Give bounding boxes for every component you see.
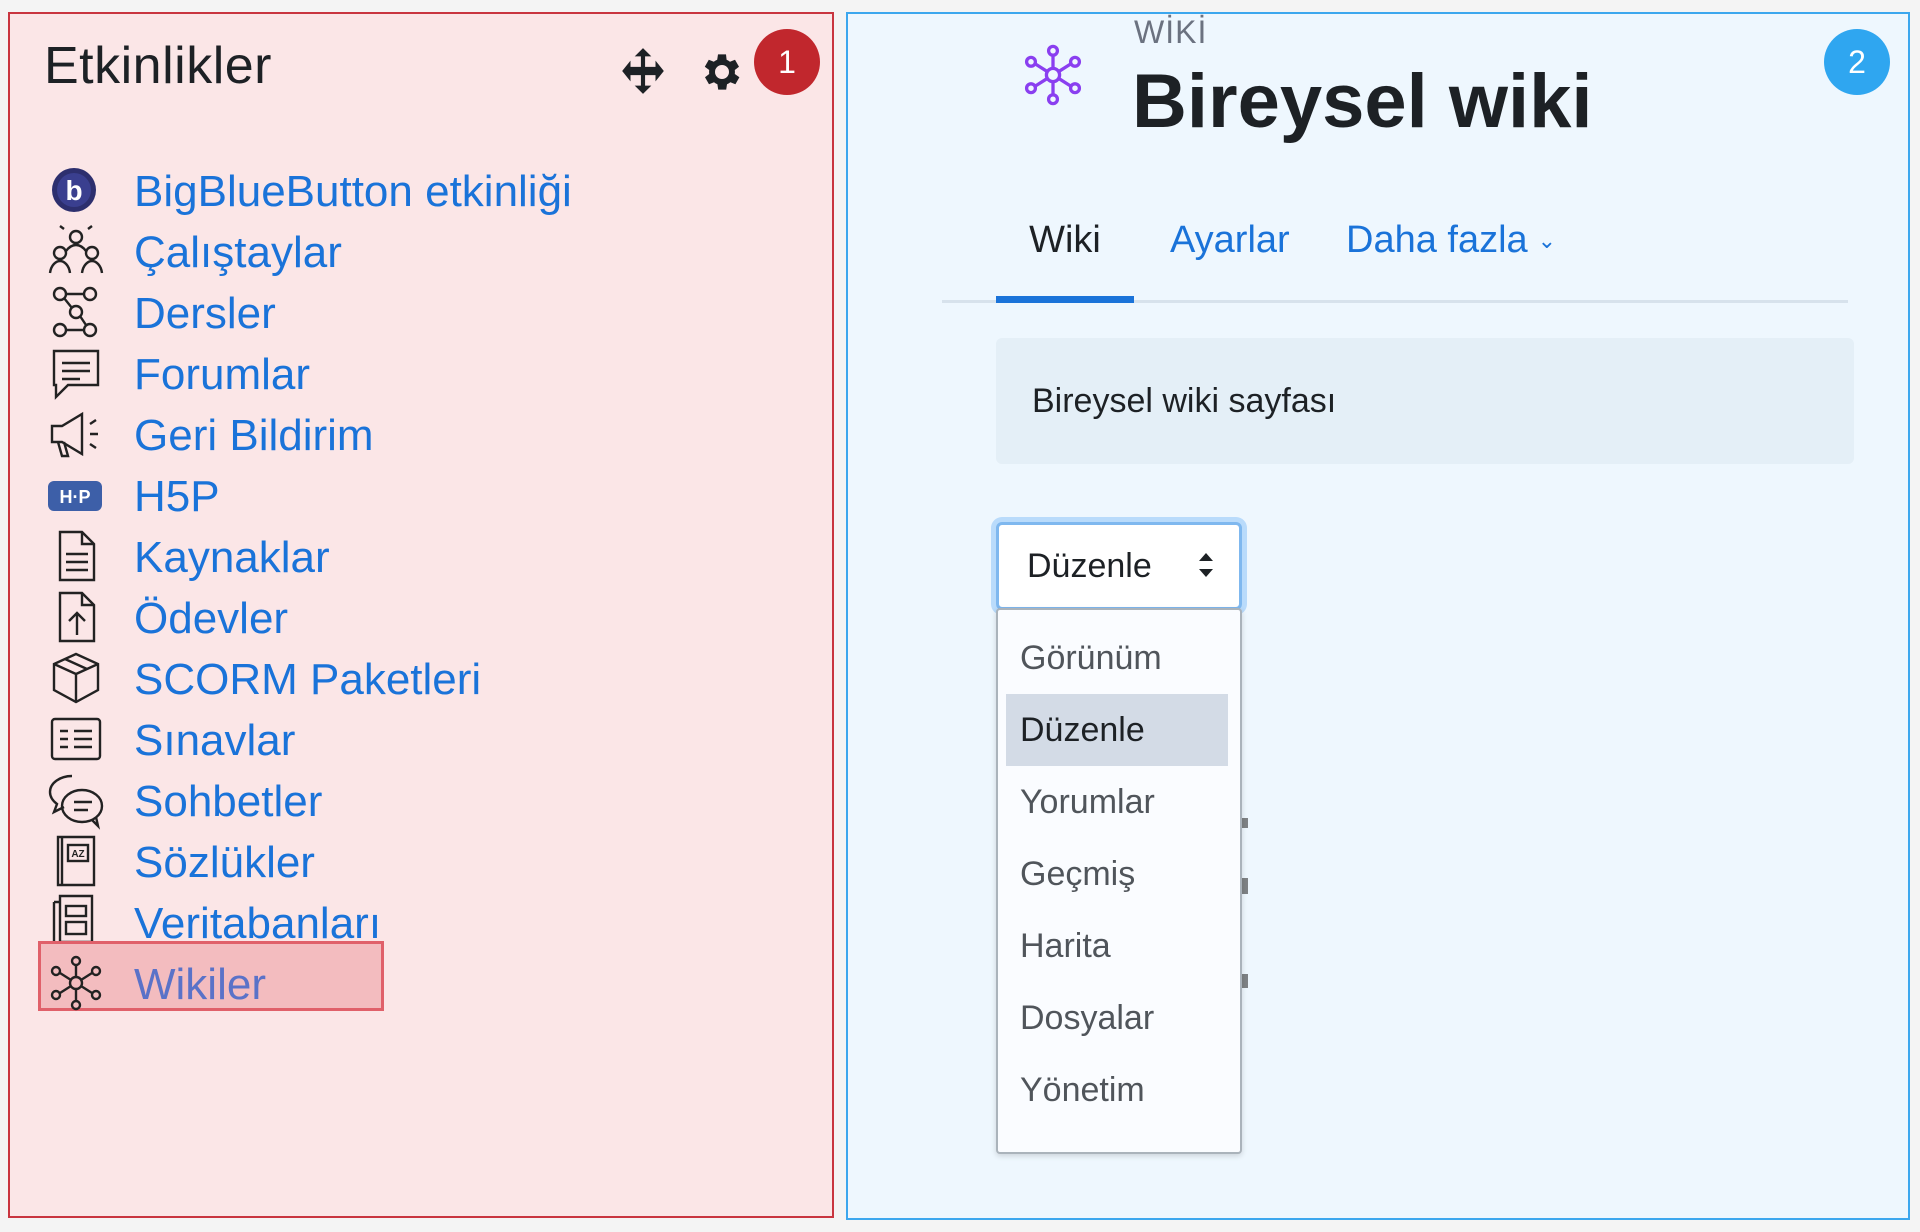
option-history[interactable]: Geçmiş xyxy=(1006,838,1228,910)
wiki-icon xyxy=(1024,44,1082,106)
tab-more[interactable]: Daha fazla ⌄ xyxy=(1346,210,1556,294)
option-map[interactable]: Harita xyxy=(1006,910,1228,982)
step-badge-2: 2 xyxy=(1824,29,1890,95)
wiki-description: Bireysel wiki sayfası xyxy=(996,338,1854,464)
activity-item-forums[interactable]: Forumlar xyxy=(10,337,710,400)
workshop-icon xyxy=(48,225,104,274)
upload-icon xyxy=(58,591,96,643)
chevron-down-icon: ⌄ xyxy=(1537,228,1557,253)
activity-item-bigbluebutton[interactable]: b BigBlueButton etkinliği xyxy=(10,154,710,216)
obscured-text-fragment xyxy=(1242,974,1248,988)
sort-caret-icon xyxy=(1199,553,1213,577)
wiki-icon xyxy=(50,955,102,1011)
activity-item-h5p[interactable]: H·P H5P xyxy=(10,459,710,521)
megaphone-icon xyxy=(50,411,98,458)
activity-item-assignments[interactable]: Ödevler xyxy=(10,581,710,643)
tab-settings[interactable]: Ayarlar xyxy=(1170,210,1290,294)
activity-item-resources[interactable]: Kaynaklar xyxy=(10,520,710,582)
svg-text:H·P: H·P xyxy=(60,487,91,507)
bigbluebutton-icon: b xyxy=(52,168,96,212)
chat-icon xyxy=(48,774,104,830)
activity-item-scorm[interactable]: SCORM Paketleri xyxy=(10,642,710,704)
activities-panel: Etkinlikler 1 b BigBlueButton etkinliği … xyxy=(8,12,834,1218)
tab-label: Daha fazla xyxy=(1346,219,1528,261)
activity-type-label: WİKİ xyxy=(1134,14,1208,50)
svg-text:b: b xyxy=(65,175,82,206)
wiki-page-panel: 2 WİKİ Bireysel wiki Wiki Ayarlar Daha f… xyxy=(846,12,1910,1220)
option-administration[interactable]: Yönetim xyxy=(1006,1054,1228,1126)
description-text: Bireysel wiki sayfası xyxy=(1032,382,1337,420)
quiz-icon xyxy=(50,717,102,761)
glossary-icon: AZ xyxy=(56,835,96,887)
select-value: Düzenle xyxy=(1027,547,1152,585)
activity-item-lessons[interactable]: Dersler xyxy=(10,276,710,338)
tab-wiki[interactable]: Wiki xyxy=(996,210,1134,303)
activity-item-workshops[interactable]: Çalıştaylar xyxy=(10,215,710,277)
svg-text:AZ: AZ xyxy=(71,849,84,860)
option-files[interactable]: Dosyalar xyxy=(1006,982,1228,1054)
step-badge-1: 1 xyxy=(754,29,820,95)
package-icon xyxy=(52,652,100,704)
activity-label: Wikiler xyxy=(134,960,266,1009)
option-comments[interactable]: Yorumlar xyxy=(1006,766,1228,838)
obscured-text-fragment xyxy=(1242,818,1248,828)
activity-item-quizzes[interactable]: Sınavlar xyxy=(10,703,710,765)
activity-item-glossaries[interactable]: AZ Sözlükler xyxy=(10,825,710,887)
activity-item-chats[interactable]: Sohbetler xyxy=(10,764,710,830)
tab-label: Ayarlar xyxy=(1170,219,1290,261)
document-icon xyxy=(58,530,96,582)
wiki-mode-select[interactable]: Düzenle xyxy=(996,522,1242,610)
h5p-icon: H·P xyxy=(48,481,102,511)
move-icon[interactable] xyxy=(618,46,668,96)
page-title: Bireysel wiki xyxy=(1132,59,1593,144)
secondary-navigation: Wiki Ayarlar Daha fazla ⌄ xyxy=(942,210,1848,303)
obscured-text-fragment xyxy=(1242,878,1248,894)
activity-item-wikis[interactable]: Wikiler xyxy=(10,941,710,1011)
forum-icon xyxy=(52,349,100,400)
tab-label: Wiki xyxy=(1029,219,1101,261)
panel-title: Etkinlikler xyxy=(44,37,272,95)
activity-item-feedback[interactable]: Geri Bildirim xyxy=(10,398,710,460)
wiki-mode-dropdown: Görünüm Düzenle Yorumlar Geçmiş Harita D… xyxy=(996,608,1242,1154)
activity-item-databases[interactable]: Veritabanları xyxy=(10,886,710,952)
option-view[interactable]: Görünüm xyxy=(1006,622,1228,694)
gear-icon[interactable] xyxy=(698,48,746,96)
option-edit[interactable]: Düzenle xyxy=(1006,694,1228,766)
lesson-icon xyxy=(52,286,98,338)
